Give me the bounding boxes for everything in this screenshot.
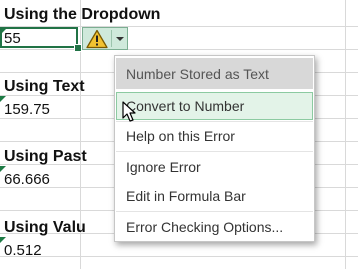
menu-item-label: Ignore Error [126, 159, 201, 175]
menu-separator [116, 151, 313, 152]
error-options-menu: Number Stored as Text Convert to Number … [114, 55, 315, 242]
section-heading: Using Past [4, 148, 87, 165]
warning-icon [86, 29, 108, 49]
cell-value[interactable]: 159.75 [4, 101, 50, 118]
menu-separator [116, 211, 313, 212]
menu-item-label: Error Checking Options... [126, 219, 284, 235]
button-divider [111, 30, 112, 47]
menu-item-ignore-error[interactable]: Ignore Error [116, 153, 313, 181]
cell-value[interactable]: 0.512 [4, 242, 42, 259]
menu-item-label: Help on this Error [126, 128, 235, 144]
section-heading: Using Valu [4, 219, 86, 236]
menu-item-label: Edit in Formula Bar [126, 188, 246, 204]
section-heading: Using Text [4, 78, 85, 95]
menu-item-edit-in-formula-bar[interactable]: Edit in Formula Bar [116, 182, 313, 210]
row-gridline [0, 49, 358, 50]
menu-title-label: Number Stored as Text [126, 66, 269, 82]
column-gridline [345, 0, 346, 269]
active-cell-border [0, 27, 78, 48]
spreadsheet-grid: Using the Dropdown 55 Using Text 159.75 … [0, 0, 358, 269]
fill-handle[interactable] [74, 44, 82, 52]
menu-item-label: Convert to Number [126, 98, 245, 114]
menu-title: Number Stored as Text [116, 58, 313, 89]
cell-value[interactable]: 66.666 [4, 171, 50, 188]
chevron-down-icon[interactable] [116, 37, 124, 41]
error-checking-button[interactable] [82, 27, 128, 50]
menu-item-convert-to-number[interactable]: Convert to Number [116, 92, 313, 120]
section-heading: Using the Dropdown [4, 6, 161, 23]
mouse-pointer-icon [122, 101, 136, 122]
row-gridline [0, 256, 358, 257]
menu-item-error-checking-options[interactable]: Error Checking Options... [116, 213, 313, 241]
menu-item-help-on-error[interactable]: Help on this Error [116, 122, 313, 150]
